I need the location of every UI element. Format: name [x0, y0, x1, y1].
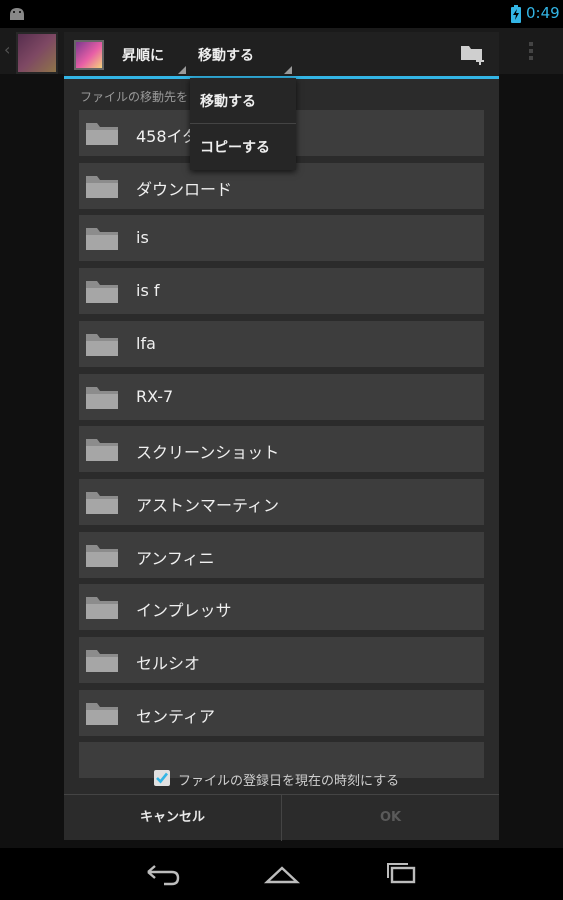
folder-icon — [86, 123, 118, 145]
dialog-button-bar: キャンセル OK — [64, 794, 499, 841]
back-icon[interactable] — [142, 858, 182, 890]
folder-item[interactable]: アストンマーティン — [79, 479, 484, 525]
folder-name: アストンマーティン — [136, 496, 280, 515]
action-label: 移動する — [198, 48, 254, 64]
folder-name: RX-7 — [136, 387, 174, 406]
folder-item[interactable]: センティア — [79, 690, 484, 736]
app-icon — [16, 32, 58, 74]
folder-name: セルシオ — [136, 654, 201, 673]
destination-label: ファイルの移動先を — [80, 90, 189, 104]
folder-item[interactable]: lfa — [79, 321, 484, 367]
folder-icon — [86, 650, 118, 672]
folder-name: アンフィニ — [136, 549, 215, 568]
dropdown-option-copy[interactable]: コピーする — [190, 124, 296, 169]
folder-name: センティア — [136, 707, 216, 726]
folder-icon — [86, 439, 118, 461]
cancel-button[interactable]: キャンセル — [64, 795, 281, 841]
spinner-arrow-icon — [284, 66, 292, 74]
home-icon[interactable] — [262, 858, 302, 890]
folder-item[interactable]: セルシオ — [79, 637, 484, 683]
ok-button[interactable]: OK — [282, 795, 499, 841]
dialog-toolbar: 昇順に 移動する — [64, 32, 499, 79]
dropdown-option-move[interactable]: 移動する — [190, 78, 296, 123]
navigation-bar — [0, 848, 563, 900]
check-icon — [156, 772, 169, 784]
folder-item[interactable]: is — [79, 215, 484, 261]
folder-item[interactable]: アンフィニ — [79, 532, 484, 578]
folder-name: 458イタ — [136, 127, 198, 146]
folder-item[interactable]: is f — [79, 268, 484, 314]
update-date-label: ファイルの登録日を現在の時刻にする — [178, 774, 400, 789]
folder-icon — [86, 492, 118, 514]
new-folder-icon[interactable] — [460, 42, 486, 66]
folder-name: is — [136, 228, 149, 247]
folder-item[interactable]: RX-7 — [79, 374, 484, 420]
app-icon — [74, 40, 104, 70]
sort-order-label: 昇順に — [122, 48, 164, 64]
folder-name: is f — [136, 281, 160, 300]
action-spinner[interactable]: 移動する — [190, 32, 292, 76]
android-icon — [10, 8, 24, 20]
folder-item[interactable]: スクリーンショット — [79, 426, 484, 472]
up-caret-icon: ‹ — [4, 40, 11, 59]
folder-name: lfa — [136, 334, 156, 353]
recents-icon[interactable] — [382, 858, 422, 890]
folder-icon — [86, 281, 118, 303]
battery-icon — [511, 5, 521, 23]
folder-name: スクリーンショット — [136, 443, 280, 462]
folder-list[interactable]: 458イタダウンロード is is f lfa RX-7 スクリーンショット アストンマーテ… — [79, 110, 484, 778]
folder-icon — [86, 545, 118, 567]
folder-name: インプレッサ — [136, 601, 232, 620]
status-bar: 0:49 — [0, 0, 563, 28]
action-dropdown: 移動する コピーする — [190, 78, 296, 170]
spinner-arrow-icon — [178, 66, 186, 74]
folder-icon — [86, 387, 118, 409]
folder-icon — [86, 176, 118, 198]
folder-icon — [86, 228, 118, 250]
sort-order-spinner[interactable]: 昇順に — [114, 32, 186, 76]
update-date-checkbox[interactable] — [154, 770, 170, 786]
folder-icon — [86, 334, 118, 356]
folder-icon — [86, 597, 118, 619]
folder-name: ダウンロード — [136, 180, 233, 199]
folder-item[interactable]: インプレッサ — [79, 584, 484, 630]
overflow-icon — [529, 42, 533, 60]
folder-icon — [86, 703, 118, 725]
clock: 0:49 — [526, 4, 560, 22]
